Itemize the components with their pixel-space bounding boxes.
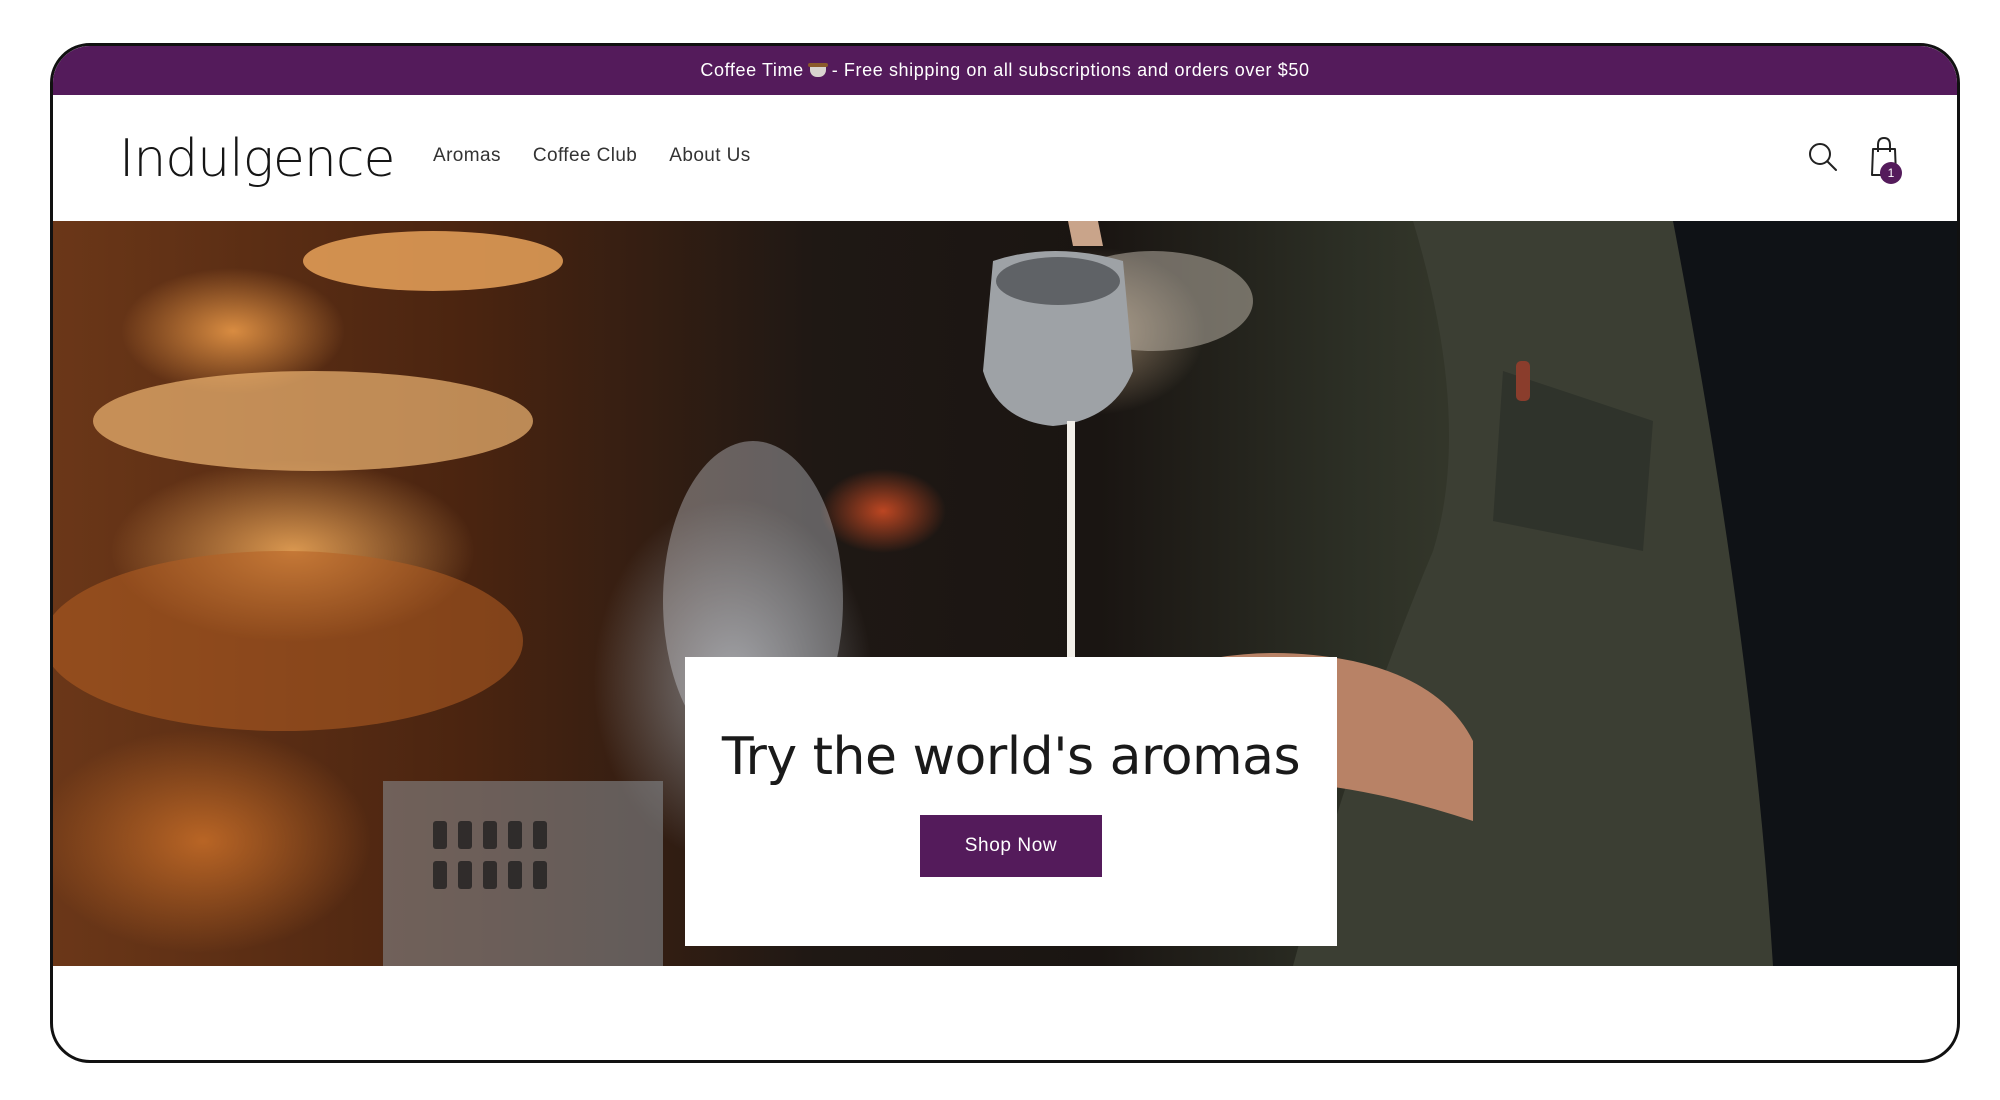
nav-item-aromas[interactable]: Aromas [433,145,501,167]
shop-now-button[interactable]: Shop Now [920,815,1102,877]
hero-banner: Try the world's aromas Shop Now [53,221,1957,966]
logo[interactable]: Indulgence [119,129,395,189]
browser-frame: Coffee Time - Free shipping on all subsc… [50,43,1960,1063]
announcement-bar: Coffee Time - Free shipping on all subsc… [53,46,1957,95]
hero-heading: Try the world's aromas [721,727,1301,787]
announcement-text-end: - Free shipping on all subscriptions and… [831,60,1310,80]
main-nav: Aromas Coffee Club About Us [433,145,751,167]
announcement-text-start: Coffee Time [700,60,804,80]
cart-count-badge: 1 [1880,162,1902,184]
hero-card: Try the world's aromas Shop Now [685,657,1337,946]
search-icon[interactable] [1803,137,1843,177]
site-header: Indulgence Aromas Coffee Club About Us 1 [53,95,1957,224]
coffee-cup-icon [807,63,828,77]
nav-item-about-us[interactable]: About Us [669,145,750,167]
nav-item-coffee-club[interactable]: Coffee Club [533,145,637,167]
